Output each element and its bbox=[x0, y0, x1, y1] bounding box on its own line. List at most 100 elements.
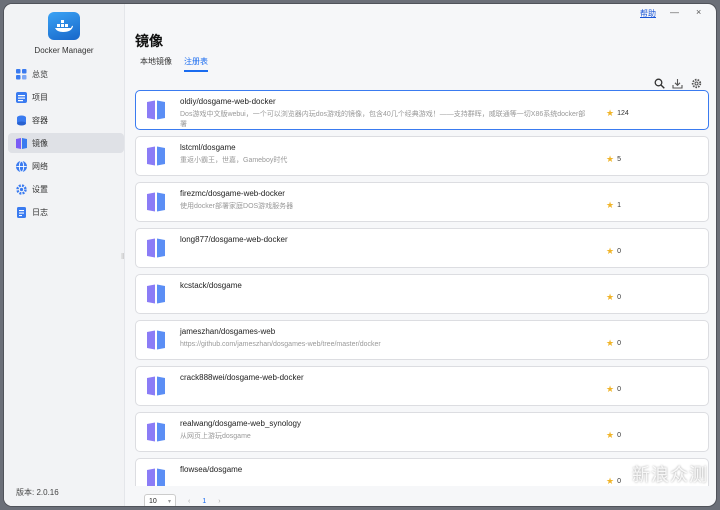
image-card[interactable]: firezmc/dosgame-web-docker 使用docker部署家庭DO… bbox=[135, 182, 709, 222]
image-icon bbox=[146, 468, 166, 486]
star-count-value: 1 bbox=[617, 202, 621, 209]
app-name: Docker Manager bbox=[34, 46, 94, 55]
star-icon: ★ bbox=[606, 246, 615, 256]
star-count: ★ 124 bbox=[606, 108, 629, 119]
tab-bar: 本地镜像 注册表 bbox=[140, 56, 220, 72]
star-icon: ★ bbox=[606, 338, 615, 348]
star-count: ★ 0 bbox=[606, 476, 621, 486]
image-card[interactable]: flowsea/dosgame ★ 0 bbox=[135, 458, 709, 486]
image-icon bbox=[146, 284, 166, 304]
image-description: Dos游戏中文版webui，一个可以浏览器内玩dos游戏的镜像，包含40几个经典… bbox=[180, 111, 586, 128]
image-icon bbox=[146, 100, 166, 120]
star-count-value: 0 bbox=[617, 432, 621, 439]
image-name: kcstack/dosgame bbox=[180, 281, 242, 290]
sidebar-nav: 总览 项目 容器 镜像 网络 设置 日志 bbox=[8, 64, 124, 225]
star-count: ★ 0 bbox=[606, 292, 621, 303]
image-name: long877/dosgame-web-docker bbox=[180, 235, 288, 244]
prev-page-button[interactable]: ‹ bbox=[188, 498, 190, 505]
project-icon bbox=[16, 91, 27, 103]
minimize-button[interactable]: — bbox=[670, 7, 679, 17]
image-card[interactable]: realwang/dosgame-web_synology 从网页上游玩dosga… bbox=[135, 412, 709, 452]
chevron-down-icon: ▾ bbox=[167, 498, 171, 505]
image-icon bbox=[146, 146, 166, 166]
sidebar-item-network[interactable]: 网络 bbox=[8, 156, 124, 176]
image-name: realwang/dosgame-web_synology bbox=[180, 419, 301, 428]
sidebar-item-label: 网络 bbox=[32, 161, 48, 171]
image-icon bbox=[16, 137, 27, 149]
star-count-value: 0 bbox=[617, 478, 621, 485]
image-icon bbox=[146, 330, 166, 350]
sidebar-item-images[interactable]: 镜像 bbox=[8, 133, 124, 153]
network-icon bbox=[16, 160, 27, 172]
gear-icon bbox=[16, 183, 27, 195]
sidebar-item-label: 日志 bbox=[32, 207, 48, 217]
sidebar-item-containers[interactable]: 容器 bbox=[8, 110, 124, 130]
image-name: jameszhan/dosgames-web bbox=[180, 327, 276, 336]
image-card[interactable]: kcstack/dosgame ★ 0 bbox=[135, 274, 709, 314]
sidebar-item-settings[interactable]: 设置 bbox=[8, 179, 124, 199]
image-icon bbox=[146, 422, 166, 442]
page-size-value: 10 bbox=[149, 497, 157, 505]
page-title: 镜像 bbox=[135, 33, 163, 49]
star-icon: ★ bbox=[606, 384, 615, 394]
image-description: 重返小霸王，世嘉，Gameboy时代 bbox=[180, 157, 288, 164]
star-count: ★ 0 bbox=[606, 384, 621, 395]
next-page-button[interactable]: › bbox=[218, 498, 220, 505]
page-number-current[interactable]: 1 bbox=[202, 498, 206, 505]
docker-logo-icon bbox=[48, 12, 80, 40]
star-count: ★ 0 bbox=[606, 430, 621, 441]
grid-icon bbox=[16, 68, 27, 80]
settings-gear-icon[interactable] bbox=[691, 76, 702, 89]
image-description: 使用docker部署家庭DOS游戏服务器 bbox=[180, 203, 294, 210]
image-card[interactable]: lstcml/dosgame 重返小霸王，世嘉，Gameboy时代 ★ 5 bbox=[135, 136, 709, 176]
star-count: ★ 5 bbox=[606, 154, 621, 165]
version-label: 版本: 2.0.16 bbox=[16, 488, 59, 497]
image-icon bbox=[146, 192, 166, 212]
tab-local-images[interactable]: 本地镜像 bbox=[140, 56, 172, 72]
sidebar-item-projects[interactable]: 项目 bbox=[8, 87, 124, 107]
star-count: ★ 1 bbox=[606, 200, 621, 211]
sidebar: Docker Manager 总览 项目 容器 镜像 网络 设置 日志 版本: … bbox=[4, 4, 124, 506]
image-card[interactable]: crack888wei/dosgame-web-docker ★ 0 bbox=[135, 366, 709, 406]
image-name: crack888wei/dosgame-web-docker bbox=[180, 373, 304, 382]
pagination: 10 ▾ ‹ 1 › bbox=[144, 494, 221, 506]
image-card[interactable]: jameszhan/dosgames-web https://github.com… bbox=[135, 320, 709, 360]
star-icon: ★ bbox=[606, 430, 615, 440]
image-name: oldiy/dosgame-web-docker bbox=[180, 97, 276, 106]
container-icon bbox=[16, 115, 27, 126]
star-count: ★ 0 bbox=[606, 338, 621, 349]
sidebar-item-label: 镜像 bbox=[32, 138, 48, 148]
star-count-value: 5 bbox=[617, 156, 621, 163]
search-icon[interactable] bbox=[654, 76, 665, 89]
image-name: firezmc/dosgame-web-docker bbox=[180, 189, 285, 198]
app-window: Docker Manager 总览 项目 容器 镜像 网络 设置 日志 版本: … bbox=[4, 4, 716, 506]
sidebar-item-label: 总览 bbox=[32, 69, 48, 79]
star-icon: ★ bbox=[606, 476, 615, 486]
star-count-value: 0 bbox=[617, 340, 621, 347]
sidebar-item-overview[interactable]: 总览 bbox=[8, 64, 124, 84]
star-count: ★ 0 bbox=[606, 246, 621, 257]
download-icon[interactable] bbox=[672, 76, 683, 89]
sidebar-item-label: 设置 bbox=[32, 184, 48, 194]
star-count-value: 0 bbox=[617, 294, 621, 301]
star-count-value: 124 bbox=[617, 110, 629, 117]
page-size-select[interactable]: 10 ▾ bbox=[144, 494, 176, 506]
image-card[interactable]: long877/dosgame-web-docker ★ 0 bbox=[135, 228, 709, 268]
star-icon: ★ bbox=[606, 108, 615, 118]
help-link[interactable]: 帮助 bbox=[640, 8, 656, 19]
image-list: oldiy/dosgame-web-docker Dos游戏中文版webui，一个… bbox=[135, 90, 709, 486]
sidebar-item-logs[interactable]: 日志 bbox=[8, 202, 124, 222]
sidebar-resize-handle[interactable]: ‖ bbox=[121, 252, 124, 261]
image-card[interactable]: oldiy/dosgame-web-docker Dos游戏中文版webui，一个… bbox=[135, 90, 709, 130]
image-description: 从网页上游玩dosgame bbox=[180, 433, 251, 440]
image-name: lstcml/dosgame bbox=[180, 143, 236, 152]
sidebar-item-label: 容器 bbox=[32, 115, 48, 125]
image-description: https://github.com/jameszhan/dosgames-we… bbox=[180, 341, 381, 348]
star-count-value: 0 bbox=[617, 386, 621, 393]
close-button[interactable]: × bbox=[696, 7, 701, 17]
log-icon bbox=[16, 206, 27, 218]
star-icon: ★ bbox=[606, 154, 615, 164]
image-name: flowsea/dosgame bbox=[180, 465, 243, 474]
tab-registry[interactable]: 注册表 bbox=[184, 56, 208, 72]
image-icon bbox=[146, 238, 166, 258]
